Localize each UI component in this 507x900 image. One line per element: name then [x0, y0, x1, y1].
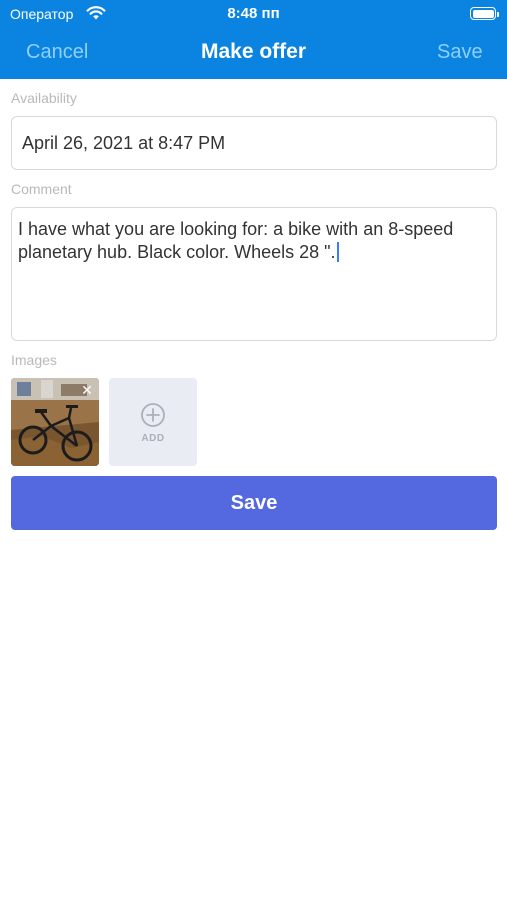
availability-label: Availability: [11, 90, 77, 106]
images-label: Images: [11, 352, 57, 368]
status-bar: Оператор 8:48 пп: [0, 0, 507, 28]
comment-field[interactable]: I have what you are looking for: a bike …: [11, 207, 497, 341]
comment-label: Comment: [11, 181, 72, 197]
battery-icon: [470, 7, 499, 20]
top-bar: Оператор 8:48 пп Cancel Make offer Save: [0, 0, 507, 79]
availability-value: April 26, 2021 at 8:47 PM: [22, 133, 226, 153]
add-image-label: ADD: [141, 433, 165, 444]
availability-field[interactable]: April 26, 2021 at 8:47 PM: [11, 116, 497, 170]
save-button[interactable]: Save: [11, 476, 497, 530]
photo-thumbnail[interactable]: ✕: [11, 378, 99, 466]
add-image-button[interactable]: ADD: [109, 378, 197, 466]
comment-value: I have what you are looking for: a bike …: [18, 219, 454, 262]
remove-photo-icon[interactable]: ✕: [80, 383, 94, 397]
page-title: Make offer: [200, 40, 307, 63]
status-time: 8:48 пп: [227, 5, 280, 22]
plus-circle-icon: [140, 402, 166, 433]
text-caret: [336, 242, 339, 262]
nav-save-button[interactable]: Save: [437, 41, 483, 64]
